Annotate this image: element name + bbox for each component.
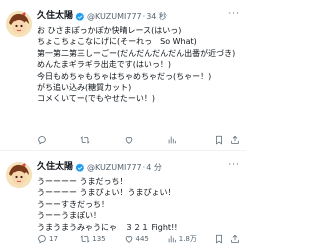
- post-text-line: コメくいてー(でもやせたーい！): [37, 94, 156, 104]
- post-text-line: めんたまギラギラ出走です(はいっ！): [37, 60, 172, 70]
- heart-icon: [125, 236, 132, 243]
- post-text-line: 第一第二第三しーごー(だんだんだんだん出番が近づき): [37, 48, 236, 58]
- share-button[interactable]: [230, 135, 242, 145]
- post-text-line: がち追い込み(糖質カット): [37, 83, 132, 93]
- views-chart-icon: [168, 136, 176, 144]
- avatar[interactable]: [6, 11, 32, 37]
- avatar-image: [6, 162, 32, 188]
- avatar[interactable]: [6, 162, 32, 188]
- more-options-icon[interactable]: ···: [228, 9, 240, 19]
- post-text-line: うーーーー うまぴょい！うまぴょい！: [37, 188, 176, 198]
- post-text-line: うーーーー うまだっち！: [37, 177, 128, 186]
- share-icon: [231, 135, 239, 144]
- post-header: 久住太陽 @KUZUMI777 · 34 秒: [37, 10, 242, 23]
- post-text-line: 今日もめちゃもちゃはちゃめちゃだっ(ちゃー！): [37, 71, 212, 81]
- repost-button[interactable]: [80, 135, 123, 145]
- post-text-line: お ひさまぽっかぽか快晴レース(はいっ): [37, 26, 182, 35]
- like-count: 445: [135, 235, 149, 243]
- action-bar: [37, 135, 242, 145]
- post-1[interactable]: 久住太陽 @KUZUMI777 · 34 秒 ··· お ひさまぽっかぽか快晴レ…: [0, 0, 246, 151]
- verified-badge-icon: [75, 163, 85, 172]
- repost-icon: [80, 136, 90, 144]
- display-name[interactable]: 久住太陽: [37, 10, 73, 23]
- post-header: 久住太陽 @KUZUMI777 · 4 分: [37, 161, 242, 174]
- verified-badge-icon: [75, 12, 85, 21]
- timestamp[interactable]: 4 分: [146, 161, 162, 174]
- bookmark-icon: [216, 234, 222, 244]
- bookmark-button[interactable]: [214, 234, 226, 244]
- bookmark-icon: [216, 135, 222, 145]
- post-text-line: ちょこちょこなにげに(そーれっ So What): [37, 37, 197, 47]
- reply-count: 17: [49, 235, 58, 243]
- views-button[interactable]: 1.8万: [167, 234, 210, 244]
- post-text-line: うーーうまぽい！: [37, 211, 101, 221]
- reply-icon: [38, 136, 46, 145]
- handle[interactable]: @KUZUMI777: [87, 161, 142, 174]
- reply-button[interactable]: 17: [37, 234, 80, 244]
- reply-button[interactable]: [37, 135, 80, 145]
- separator-dot: ·: [142, 163, 146, 172]
- avatar-image: [6, 11, 32, 37]
- views-chart-icon: [168, 235, 176, 243]
- post-text-line: うまうまうみゃうにゃ ３２１ Fight!!: [37, 222, 178, 232]
- action-bar: 17 135 445 1.8万: [37, 234, 242, 244]
- post-text-line: うーーすきだっち！: [37, 199, 109, 209]
- repost-icon: [80, 235, 90, 243]
- separator-dot: ·: [142, 12, 146, 21]
- like-button[interactable]: 445: [124, 234, 167, 244]
- handle[interactable]: @KUZUMI777: [87, 10, 142, 23]
- post-body: 久住太陽 @KUZUMI777 · 4 分 ··· うーーーー うまだっち！ う…: [37, 160, 242, 233]
- display-name[interactable]: 久住太陽: [37, 161, 73, 174]
- post-body: 久住太陽 @KUZUMI777 · 34 秒 ··· お ひさまぽっかぽか快晴レ…: [37, 9, 242, 105]
- reply-icon: [38, 235, 46, 244]
- post-text: うーーーー うまだっち！ うーーーー うまぴょい！うまぴょい！ うーーすきだっち…: [37, 176, 242, 233]
- post-2[interactable]: 久住太陽 @KUZUMI777 · 4 分 ··· うーーーー うまだっち！ う…: [0, 151, 246, 250]
- view-count: 1.8万: [178, 235, 197, 243]
- share-icon: [231, 234, 239, 243]
- bookmark-button[interactable]: [214, 135, 226, 145]
- repost-button[interactable]: 135: [80, 234, 123, 244]
- like-button[interactable]: [124, 135, 167, 145]
- share-button[interactable]: [230, 234, 242, 244]
- timestamp[interactable]: 34 秒: [146, 10, 167, 23]
- post-text: お ひさまぽっかぽか快晴レース(はいっ) ちょこちょこなにげに(そーれっ So …: [37, 25, 242, 105]
- heart-icon: [125, 137, 132, 144]
- views-button[interactable]: [167, 135, 210, 145]
- repost-count: 135: [92, 235, 106, 243]
- more-options-icon[interactable]: ···: [228, 160, 240, 170]
